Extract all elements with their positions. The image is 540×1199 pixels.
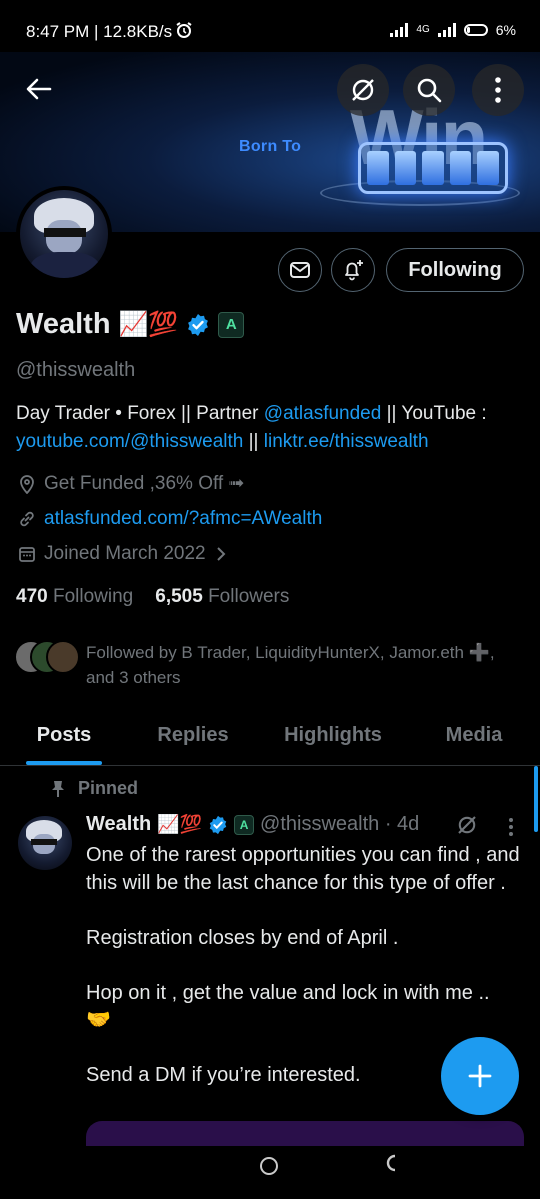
back-button[interactable] (14, 64, 64, 114)
profile-name-row: Wealth 📈💯 A (16, 308, 245, 341)
joined-row[interactable]: Joined March 2022 (18, 543, 228, 565)
battery-icon (463, 24, 488, 36)
tab-highlights[interactable]: Highlights (258, 710, 408, 765)
bio-text: Day Trader • Forex || Partner (16, 403, 264, 424)
verified-badge-icon (209, 815, 227, 834)
post-author-name[interactable]: Wealth (86, 813, 151, 836)
calendar-icon (19, 547, 35, 562)
bio-youtube-link[interactable]: youtube.com/@thisswealth (16, 431, 243, 452)
home-nav-icon[interactable] (260, 1157, 278, 1175)
followers-count-link[interactable]: 6,505 Followers (155, 586, 289, 608)
battery-percent: 6% (495, 22, 516, 38)
pinned-label: Pinned (78, 778, 139, 798)
grok-icon (458, 816, 476, 834)
signal-icon (390, 23, 409, 37)
bell-plus-icon (345, 260, 363, 281)
post-line: One of the rarest opportunities you can … (86, 844, 520, 894)
followed-by-text: Followed by B Trader, LiquidityHunterX, … (86, 643, 495, 687)
search-button[interactable] (403, 64, 455, 116)
followed-by-row[interactable]: Followed by B Trader, LiquidityHunterX, … (14, 640, 526, 690)
notifications-button[interactable] (331, 248, 375, 292)
pin-icon (52, 780, 64, 797)
profile-avatar[interactable] (16, 186, 112, 282)
post-author-avatar[interactable] (18, 816, 72, 870)
handshake-emoji: 🤝 (86, 1009, 111, 1031)
banner-battery-graphic (358, 142, 508, 194)
joined-text: Joined March 2022 (44, 543, 206, 564)
bio-mention-link[interactable]: @atlasfunded (264, 403, 382, 424)
network-type: 4G (416, 24, 430, 35)
following-count: 470 (16, 586, 48, 607)
mail-icon (290, 262, 310, 278)
mutual-follower-avatars (14, 640, 80, 674)
location-pin-icon (20, 474, 34, 494)
grok-icon (352, 79, 374, 101)
followers-count: 6,505 (155, 586, 203, 607)
post-author-emojis: 📈💯 (157, 814, 203, 834)
status-time: 8:47 PM | 12.8KB/s (26, 22, 173, 41)
back-arrow-icon (26, 78, 52, 100)
mutual-avatar (46, 640, 80, 674)
profile-handle: @thisswealth (16, 359, 136, 381)
status-bar: 8:47 PM | 12.8KB/s 4G 6% (0, 0, 540, 52)
location-text: Get Funded ,36% Off ➟ (44, 473, 245, 494)
affiliate-badge-text: A (225, 316, 237, 333)
bio-separator: || (243, 431, 264, 452)
post-affiliate-badge-text: A (239, 817, 249, 832)
location-row: Get Funded ,36% Off ➟ (18, 472, 244, 495)
pinned-indicator: Pinned (50, 778, 138, 799)
verified-badge-icon[interactable] (186, 313, 210, 337)
more-options-button[interactable] (472, 64, 524, 116)
profile-tabs: Posts Replies Highlights Media (0, 710, 540, 766)
post-grok-button[interactable] (455, 813, 479, 842)
followers-label: Followers (208, 586, 290, 607)
post-affiliate-badge: A (234, 814, 255, 835)
chevron-right-icon (216, 547, 226, 561)
grok-button[interactable] (337, 64, 389, 116)
more-vertical-icon (509, 818, 513, 836)
link-icon (20, 511, 34, 527)
message-button[interactable] (278, 248, 322, 292)
alarm-icon (175, 21, 193, 44)
tab-replies[interactable]: Replies (128, 710, 258, 765)
banner-tagline: Born To (239, 138, 302, 155)
affiliate-badge[interactable]: A (218, 311, 245, 338)
tab-posts[interactable]: Posts (0, 710, 128, 765)
post-more-button[interactable] (508, 817, 514, 842)
website-row[interactable]: atlasfunded.com/?afmc=AWealth (18, 508, 322, 530)
more-vertical-icon (495, 77, 501, 103)
post-handle-time: @thisswealth · 4d (260, 813, 420, 835)
following-count-link[interactable]: 470 Following (16, 586, 133, 608)
back-nav-icon[interactable] (384, 1152, 398, 1180)
scrollbar[interactable] (534, 766, 538, 832)
profile-name: Wealth (16, 308, 111, 340)
signal-icon-2 (437, 23, 456, 37)
tab-media[interactable]: Media (408, 710, 540, 765)
follow-counts: 470 Following 6,505 Followers (16, 586, 289, 608)
bio-text-2: || YouTube : (381, 403, 487, 424)
compose-button[interactable] (441, 1037, 519, 1115)
post-line: Registration closes by end of April . (86, 926, 399, 949)
post-line: Hop on it , get the value and lock in wi… (86, 981, 490, 1004)
following-label: Following (52, 586, 134, 607)
name-emojis: 📈💯 (118, 311, 179, 338)
bio-linktree-link[interactable]: linktr.ee/thisswealth (264, 431, 429, 452)
search-icon (417, 78, 442, 103)
post-header: Wealth 📈💯 A @thisswealth · 4d (86, 813, 419, 836)
status-right: 4G 6% (390, 22, 516, 38)
website-link[interactable]: atlasfunded.com/?afmc=AWealth (44, 508, 322, 530)
following-button[interactable]: Following (386, 248, 524, 292)
profile-bio: Day Trader • Forex || Partner @atlasfund… (16, 400, 531, 456)
plus-icon (468, 1064, 492, 1088)
